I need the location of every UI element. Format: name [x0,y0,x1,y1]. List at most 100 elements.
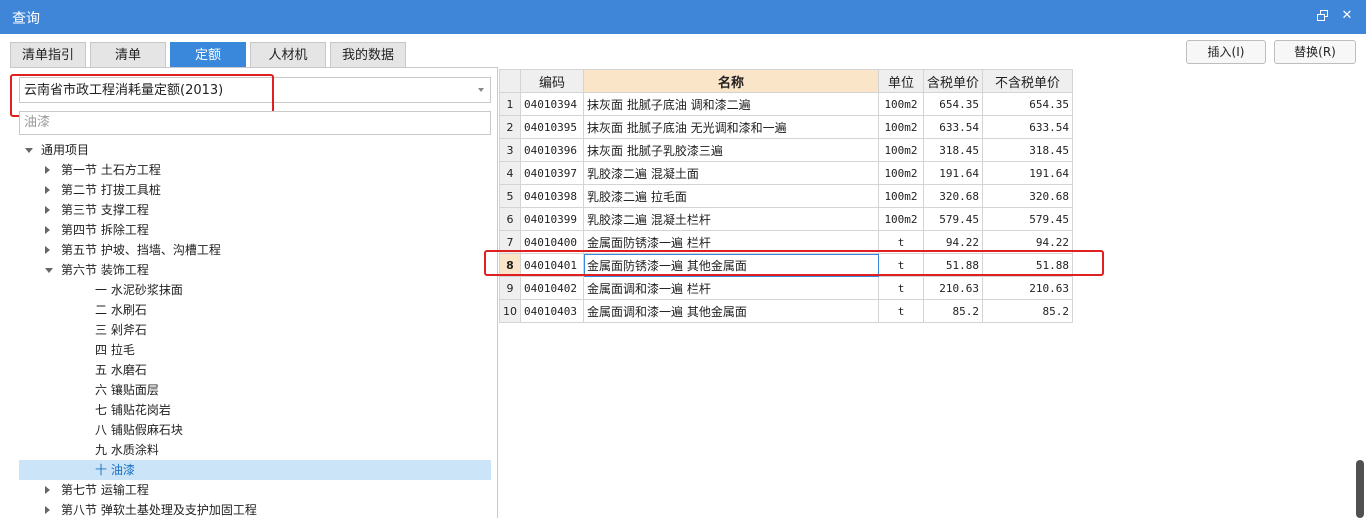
collapsed-arrow-icon[interactable] [45,186,50,194]
table-row[interactable]: 2 04010395 抹灰面 批腻子底油 无光调和漆和一遍 100m2 633.54 63… [499,115,1074,139]
tree-node[interactable]: 九 水质涂料 [19,440,491,460]
code-cell[interactable]: 04010402 [520,276,584,300]
price-notax-cell[interactable]: 633.54 [982,115,1074,139]
tree-node[interactable]: 六 镶贴面层 [19,380,491,400]
row-number-cell[interactable]: 6 [499,207,521,231]
collapsed-arrow-icon[interactable] [45,166,50,174]
collapsed-arrow-icon[interactable] [45,506,50,514]
collapsed-arrow-icon[interactable] [45,206,50,214]
header-price-tax[interactable]: 含税单价 [922,69,984,93]
table-row[interactable]: 6 04010399 乳胶漆二遍 混凝土栏杆 100m2 579.45 579.45 [499,207,1074,231]
row-number-cell[interactable]: 10 [499,299,521,323]
close-icon[interactable]: ✕ [1340,9,1354,23]
restore-icon[interactable] [1316,9,1330,23]
code-cell[interactable]: 04010396 [520,138,584,162]
price-notax-cell[interactable]: 85.2 [982,299,1074,323]
tree-node[interactable]: 第四节 拆除工程 [19,220,491,240]
price-tax-cell[interactable]: 85.2 [922,299,984,323]
replace-button[interactable]: 替换(R) [1274,40,1356,64]
table-row[interactable]: 4 04010397 乳胶漆二遍 混凝土面 100m2 191.64 191.64 [499,161,1074,185]
unit-cell[interactable]: 100m2 [878,138,924,162]
unit-cell[interactable]: 100m2 [878,115,924,139]
insert-button[interactable]: 插入(I) [1186,40,1266,64]
collapsed-arrow-icon[interactable] [45,226,50,234]
tree-node[interactable]: 第七节 运输工程 [19,480,491,500]
tree-node[interactable]: 第六节 装饰工程 [19,260,491,280]
code-cell[interactable]: 04010399 [520,207,584,231]
unit-cell[interactable]: t [878,299,924,323]
tree-node[interactable]: 十 油漆 [19,460,491,480]
row-number-cell[interactable]: 4 [499,161,521,185]
tab-my-data[interactable]: 我的数据 [330,42,406,68]
tree-node[interactable]: 第五节 护坡、挡墙、沟槽工程 [19,240,491,260]
row-number-cell[interactable]: 5 [499,184,521,208]
price-tax-cell[interactable]: 191.64 [922,161,984,185]
price-notax-cell[interactable]: 579.45 [982,207,1074,231]
code-cell[interactable]: 04010403 [520,299,584,323]
tab-bill[interactable]: 清单 [90,42,166,68]
tab-quota[interactable]: 定额 [170,42,246,68]
tree-node[interactable]: 二 水刷石 [19,300,491,320]
price-tax-cell[interactable]: 318.45 [922,138,984,162]
tab-bill-guide[interactable]: 清单指引 [10,42,86,68]
unit-cell[interactable]: 100m2 [878,184,924,208]
header-code[interactable]: 编码 [520,69,584,93]
name-cell[interactable]: 抹灰面 批腻子底油 无光调和漆和一遍 [583,115,879,139]
price-notax-cell[interactable]: 320.68 [982,184,1074,208]
row-number-cell[interactable]: 3 [499,138,521,162]
expanded-arrow-icon[interactable] [25,148,33,153]
unit-cell[interactable]: t [878,276,924,300]
expanded-arrow-icon[interactable] [45,268,53,273]
price-tax-cell[interactable]: 579.45 [922,207,984,231]
header-price-notax[interactable]: 不含税单价 [982,69,1074,93]
collapsed-arrow-icon[interactable] [45,486,50,494]
code-cell[interactable]: 04010397 [520,161,584,185]
price-notax-cell[interactable]: 191.64 [982,161,1074,185]
tree-node[interactable]: 一 水泥砂浆抹面 [19,280,491,300]
table-row[interactable]: 10 04010403 金属面调和漆一遍 其他金属面 t 85.2 85.2 [499,299,1074,323]
search-input[interactable]: 油漆 [19,111,491,135]
scrollbar-thumb[interactable] [1356,460,1364,518]
unit-cell[interactable]: 100m2 [878,207,924,231]
code-cell[interactable]: 04010395 [520,115,584,139]
tree-node[interactable]: 第二节 打拔工具桩 [19,180,491,200]
tree-node[interactable]: 三 剁斧石 [19,320,491,340]
tree-node[interactable]: 四 拉毛 [19,340,491,360]
name-cell[interactable]: 抹灰面 批腻子乳胶漆三遍 [583,138,879,162]
header-unit[interactable]: 单位 [878,69,924,93]
code-cell[interactable]: 04010398 [520,184,584,208]
name-cell[interactable]: 乳胶漆二遍 拉毛面 [583,184,879,208]
name-cell[interactable]: 乳胶漆二遍 混凝土面 [583,161,879,185]
table-row[interactable]: 1 04010394 抹灰面 批腻子底油 调和漆二遍 100m2 654.35 654.3… [499,92,1074,116]
unit-cell[interactable]: 100m2 [878,161,924,185]
table-row[interactable]: 9 04010402 金属面调和漆一遍 栏杆 t 210.63 210.63 [499,276,1074,300]
price-tax-cell[interactable]: 210.63 [922,276,984,300]
tree-node[interactable]: 通用项目 [19,140,491,160]
tree-node[interactable]: 七 铺贴花岗岩 [19,400,491,420]
name-cell[interactable]: 金属面调和漆一遍 栏杆 [583,276,879,300]
row-number-cell[interactable]: 9 [499,276,521,300]
price-notax-cell[interactable]: 210.63 [982,276,1074,300]
name-cell[interactable]: 金属面调和漆一遍 其他金属面 [583,299,879,323]
header-name[interactable]: 名称 [583,69,879,93]
tree-node[interactable]: 第一节 土石方工程 [19,160,491,180]
table-row[interactable]: 3 04010396 抹灰面 批腻子乳胶漆三遍 100m2 318.45 318.45 [499,138,1074,162]
tree-node[interactable]: 第八节 弹软土基处理及支护加固工程 [19,500,491,520]
collapsed-arrow-icon[interactable] [45,246,50,254]
price-notax-cell[interactable]: 654.35 [982,92,1074,116]
panel-divider[interactable] [497,68,498,518]
chevron-down-icon[interactable] [478,88,484,92]
tree-node[interactable]: 五 水磨石 [19,360,491,380]
row-number-cell[interactable]: 1 [499,92,521,116]
table-row[interactable]: 5 04010398 乳胶漆二遍 拉毛面 100m2 320.68 320.68 [499,184,1074,208]
tree-node[interactable]: 第三节 支撑工程 [19,200,491,220]
unit-cell[interactable]: 100m2 [878,92,924,116]
tab-materials[interactable]: 人材机 [250,42,326,68]
tree-node[interactable]: 八 铺贴假麻石块 [19,420,491,440]
price-tax-cell[interactable]: 320.68 [922,184,984,208]
price-tax-cell[interactable]: 633.54 [922,115,984,139]
name-cell[interactable]: 乳胶漆二遍 混凝土栏杆 [583,207,879,231]
row-number-cell[interactable]: 2 [499,115,521,139]
price-tax-cell[interactable]: 654.35 [922,92,984,116]
name-cell[interactable]: 抹灰面 批腻子底油 调和漆二遍 [583,92,879,116]
